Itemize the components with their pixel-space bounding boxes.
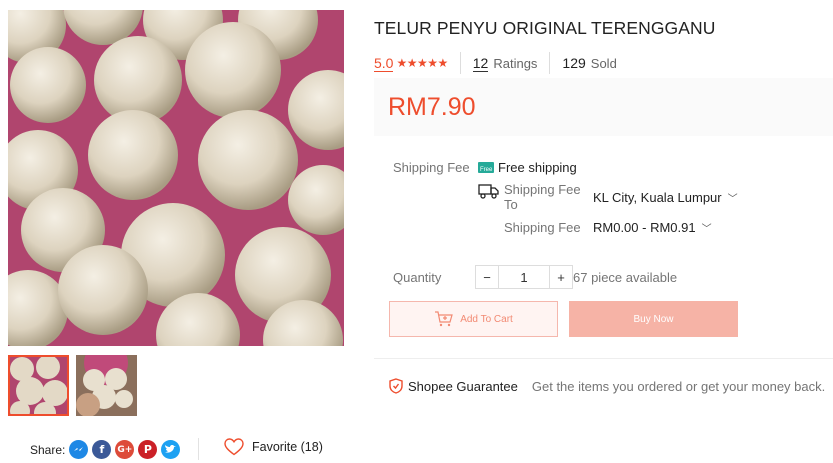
shipping-fee-dropdown[interactable]: RM0.00 - RM0.91 ﹀ [593,220,712,235]
add-to-cart-button[interactable]: Add To Cart [389,301,558,337]
shield-icon [389,378,403,394]
add-to-cart-label: Add To Cart [460,313,513,325]
ratings-count[interactable]: 12 [472,55,489,72]
shipping-to-line1: Shipping Fee [504,182,581,197]
product-page: Share: f G+ P Favorite (18) TELUR PENYU … [0,0,833,463]
stock-available: 67 piece available [573,270,678,285]
shipping-to-label: Shipping Fee To [504,182,581,212]
messenger-icon[interactable] [69,440,89,459]
free-shipping-text: Free shipping [498,160,577,175]
quantity-increase-button[interactable]: + [549,265,573,289]
price-box: RM7.90 [374,78,833,136]
rating-stars-icon: ★★★★★ [396,56,448,70]
product-main-image[interactable] [8,10,344,346]
shipping-location-dropdown[interactable]: KL City, Kuala Lumpur ﹀ [593,190,738,205]
guarantee-title: Shopee Guarantee [408,378,518,394]
favorite-button[interactable]: Favorite (18) [224,438,323,456]
favorite-label: Favorite (18) [252,440,323,454]
rating-separator [459,52,461,74]
section-divider [374,358,833,359]
product-price: RM7.90 [388,93,476,121]
shipping-fee-label: Shipping Fee [393,160,470,175]
shipping-location: KL City, Kuala Lumpur [593,190,722,205]
rating-score[interactable]: 5.0 [374,55,394,72]
product-title: TELUR PENYU ORIGINAL TERENGGANU [374,18,716,38]
chevron-down-icon: ﹀ [701,224,712,235]
share-divider [198,438,199,460]
twitter-icon[interactable] [161,440,181,459]
quantity-decrease-button[interactable]: − [475,265,499,289]
facebook-icon[interactable]: f [92,440,112,459]
thumbnail-1[interactable] [8,355,69,416]
quantity-label: Quantity [393,270,442,285]
thumbnail-2[interactable] [76,355,137,416]
pinterest-icon[interactable]: P [138,440,158,459]
free-shipping-icon: Free [478,162,494,173]
shipping-fee-range: RM0.00 - RM0.91 [593,220,696,235]
sold-count: 129 [562,55,586,71]
guarantee-description: Get the items you ordered or get your mo… [531,378,826,394]
shipping-fee-label-2: Shipping Fee [504,220,581,235]
share-bar: Share: f G+ P [30,440,184,459]
share-label: Share: [30,442,66,457]
shopee-guarantee[interactable]: Shopee Guarantee Get the items you order… [389,378,825,394]
free-shipping: Free Free shipping [478,160,577,175]
truck-icon [478,183,500,204]
google-plus-icon[interactable]: G+ [115,440,135,459]
sold-label: Sold [590,55,617,71]
buy-now-button[interactable]: Buy Now [569,301,738,337]
quantity-input[interactable]: 1 [499,265,549,289]
ratings-label: Ratings [493,55,538,71]
svg-text:Free: Free [480,167,493,173]
shipping-to-line2: To [504,197,518,212]
quantity-stepper: − 1 + [475,265,573,289]
heart-icon [224,438,244,456]
chevron-down-icon: ﹀ [727,194,738,205]
sold-separator [549,52,551,74]
rating-row: 5.0 ★★★★★ 12 Ratings 129 Sold [374,52,617,74]
cart-icon [435,311,453,327]
